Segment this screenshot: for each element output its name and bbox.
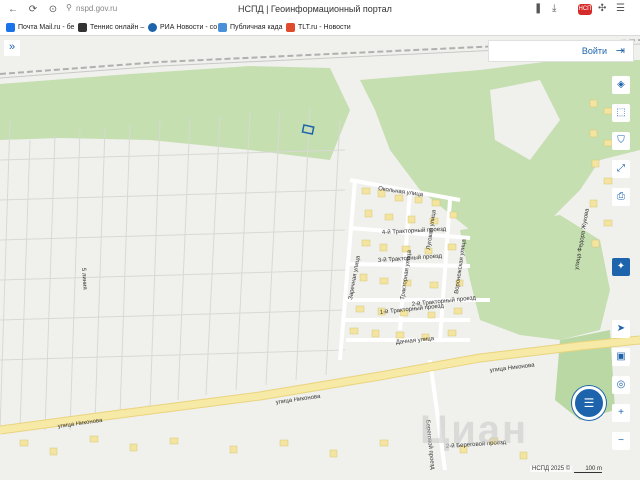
page-title: НСПД | Геоинформационный портал — [238, 4, 392, 14]
basemap-icon[interactable]: ▣ — [612, 348, 630, 366]
zoom-out-icon[interactable]: − — [612, 432, 630, 450]
share-icon[interactable]: ⤢ — [612, 160, 630, 178]
bookmark-item[interactable]: Теннис онлайн – — [78, 23, 144, 32]
bookmark-item[interactable]: Публичная када — [218, 23, 283, 32]
ria-icon — [148, 23, 157, 32]
copyright: НСПД 2025 © — [530, 466, 573, 472]
browser-chrome: ← ⟳ ⊙ ⚲ nspd.gov.ru НСПД | Геоинформацио… — [0, 0, 640, 36]
address-bar[interactable]: nspd.gov.ru — [76, 4, 117, 13]
download-icon[interactable]: ⤓ — [552, 3, 556, 14]
mail-icon — [6, 23, 15, 32]
zoom-in-icon[interactable]: + — [612, 404, 630, 422]
map-canvas[interactable]: Окольная улица 4-й Тракторный проезд 3-й… — [0, 36, 640, 480]
tennis-icon — [78, 23, 87, 32]
back-arrow-icon[interactable]: ← — [6, 3, 20, 17]
extension-badge[interactable]: НСП — [578, 4, 592, 15]
puzzle-icon[interactable]: ✣ — [598, 3, 606, 14]
menu-icon[interactable]: ☰ — [616, 3, 625, 14]
expand-sidebar-button[interactable]: » — [4, 40, 20, 56]
login-button[interactable]: Войти — [582, 46, 607, 56]
map-svg: Окольная улица 4-й Тракторный проезд 3-й… — [0, 36, 640, 480]
bookmarks-bar: Почта Mail.ru - бе Теннис онлайн – РИА Н… — [0, 20, 640, 36]
gosuslugi-icon[interactable]: ✦ — [612, 258, 630, 276]
bookmark-item[interactable]: РИА Новости - со — [148, 23, 217, 32]
login-panel: Войти ⇥ — [488, 40, 634, 62]
print-icon[interactable]: ⎙ — [612, 188, 630, 206]
geolocation-icon[interactable]: ➤ — [612, 320, 630, 338]
chat-icon: ☰ — [583, 396, 595, 410]
chat-button[interactable]: ☰ — [572, 386, 606, 420]
tlt-icon — [286, 23, 295, 32]
browser-toolbar: ← ⟳ ⊙ ⚲ nspd.gov.ru НСПД | Геоинформацио… — [0, 0, 640, 20]
select-area-icon[interactable]: ⬚ — [612, 104, 630, 122]
map-icon — [218, 23, 227, 32]
watermark: Циан — [420, 408, 529, 452]
login-icon[interactable]: ⇥ — [616, 44, 625, 57]
measure-icon[interactable]: ◎ — [612, 376, 630, 394]
scale-bar: 100 m — [574, 466, 602, 473]
reload-icon[interactable]: ⟳ — [26, 3, 40, 17]
bookmark-item[interactable]: TLT.ru - Новости — [286, 23, 351, 32]
share-icon[interactable]: ⊙ — [46, 3, 60, 17]
filter-icon[interactable]: ⛉ — [612, 132, 630, 150]
bookmark-icon[interactable]: ❚ — [534, 3, 542, 14]
bookmark-item[interactable]: Почта Mail.ru - бе — [6, 23, 74, 32]
layers-icon[interactable]: ◈ — [612, 76, 630, 94]
lock-icon: ⚲ — [66, 3, 72, 12]
